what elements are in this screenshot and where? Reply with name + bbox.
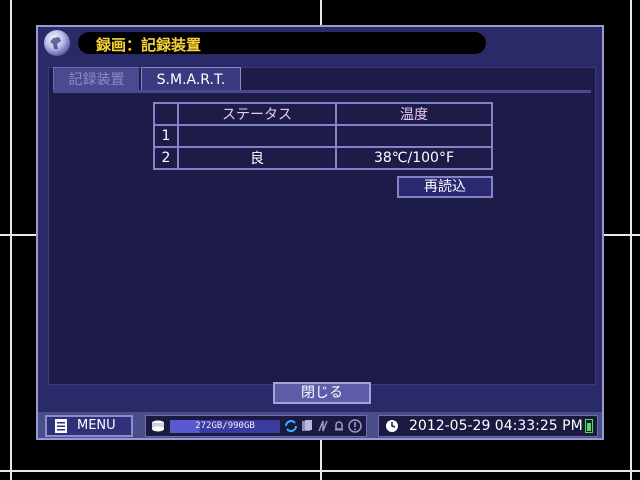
title-bar: 録画：記録装置 — [44, 30, 584, 56]
table-row: 1 — [153, 124, 493, 148]
clock-icon — [386, 420, 398, 432]
grid-line-frame-left — [10, 0, 12, 480]
window-title: 録画：記録装置 — [96, 36, 202, 54]
storage-indicator: 272GB/990GB — [145, 415, 367, 437]
title-pill: 録画：記録装置 — [78, 32, 486, 54]
header-status: ステータス — [177, 102, 337, 126]
datetime-text: 2012-05-29 04:33:25 PM — [409, 418, 583, 434]
header-index — [153, 102, 179, 126]
network-icon — [318, 420, 328, 432]
clock-display: 2012-05-29 04:33:25 PM — [378, 415, 598, 437]
row-status — [177, 124, 337, 148]
row-index: 1 — [153, 124, 179, 148]
row-index: 2 — [153, 146, 179, 170]
copy-icon — [302, 420, 312, 431]
tab-recording-device[interactable]: 記録装置 — [53, 67, 139, 91]
status-bar: MENU 272GB/990GB 2012-05-29 04:33:25 PM — [38, 412, 602, 438]
warning-icon — [348, 419, 362, 433]
grid-line-frame-bottom — [0, 470, 640, 472]
menu-button[interactable]: MENU — [45, 415, 133, 437]
battery-icon — [585, 419, 593, 433]
alarm-bell-icon — [335, 421, 343, 431]
recording-device-window: 録画：記録装置 記録装置 S.M.A.R.T. ステータス 温度 1 2 良 3… — [36, 25, 604, 440]
table-header-row: ステータス 温度 — [153, 102, 493, 126]
disk-icon — [152, 420, 164, 432]
tab-underline — [53, 90, 591, 93]
globe-logo-icon — [44, 30, 70, 56]
close-button[interactable]: 閉じる — [273, 382, 371, 404]
refresh-icon — [285, 420, 297, 432]
grid-line-frame-right — [630, 0, 632, 480]
row-status: 良 — [177, 146, 337, 170]
content-panel: 記録装置 S.M.A.R.T. ステータス 温度 1 2 良 38℃/100°F… — [48, 67, 596, 385]
menu-list-icon — [55, 419, 67, 433]
row-temperature — [335, 124, 493, 148]
tab-smart[interactable]: S.M.A.R.T. — [141, 67, 241, 91]
row-temperature: 38℃/100°F — [335, 146, 493, 170]
header-temperature: 温度 — [335, 102, 493, 126]
smart-status-table: ステータス 温度 1 2 良 38℃/100°F — [153, 102, 493, 170]
reload-button[interactable]: 再読込 — [397, 176, 493, 198]
table-row: 2 良 38℃/100°F — [153, 146, 493, 170]
storage-text: 272GB/990GB — [195, 421, 255, 431]
menu-label: MENU — [77, 418, 116, 433]
